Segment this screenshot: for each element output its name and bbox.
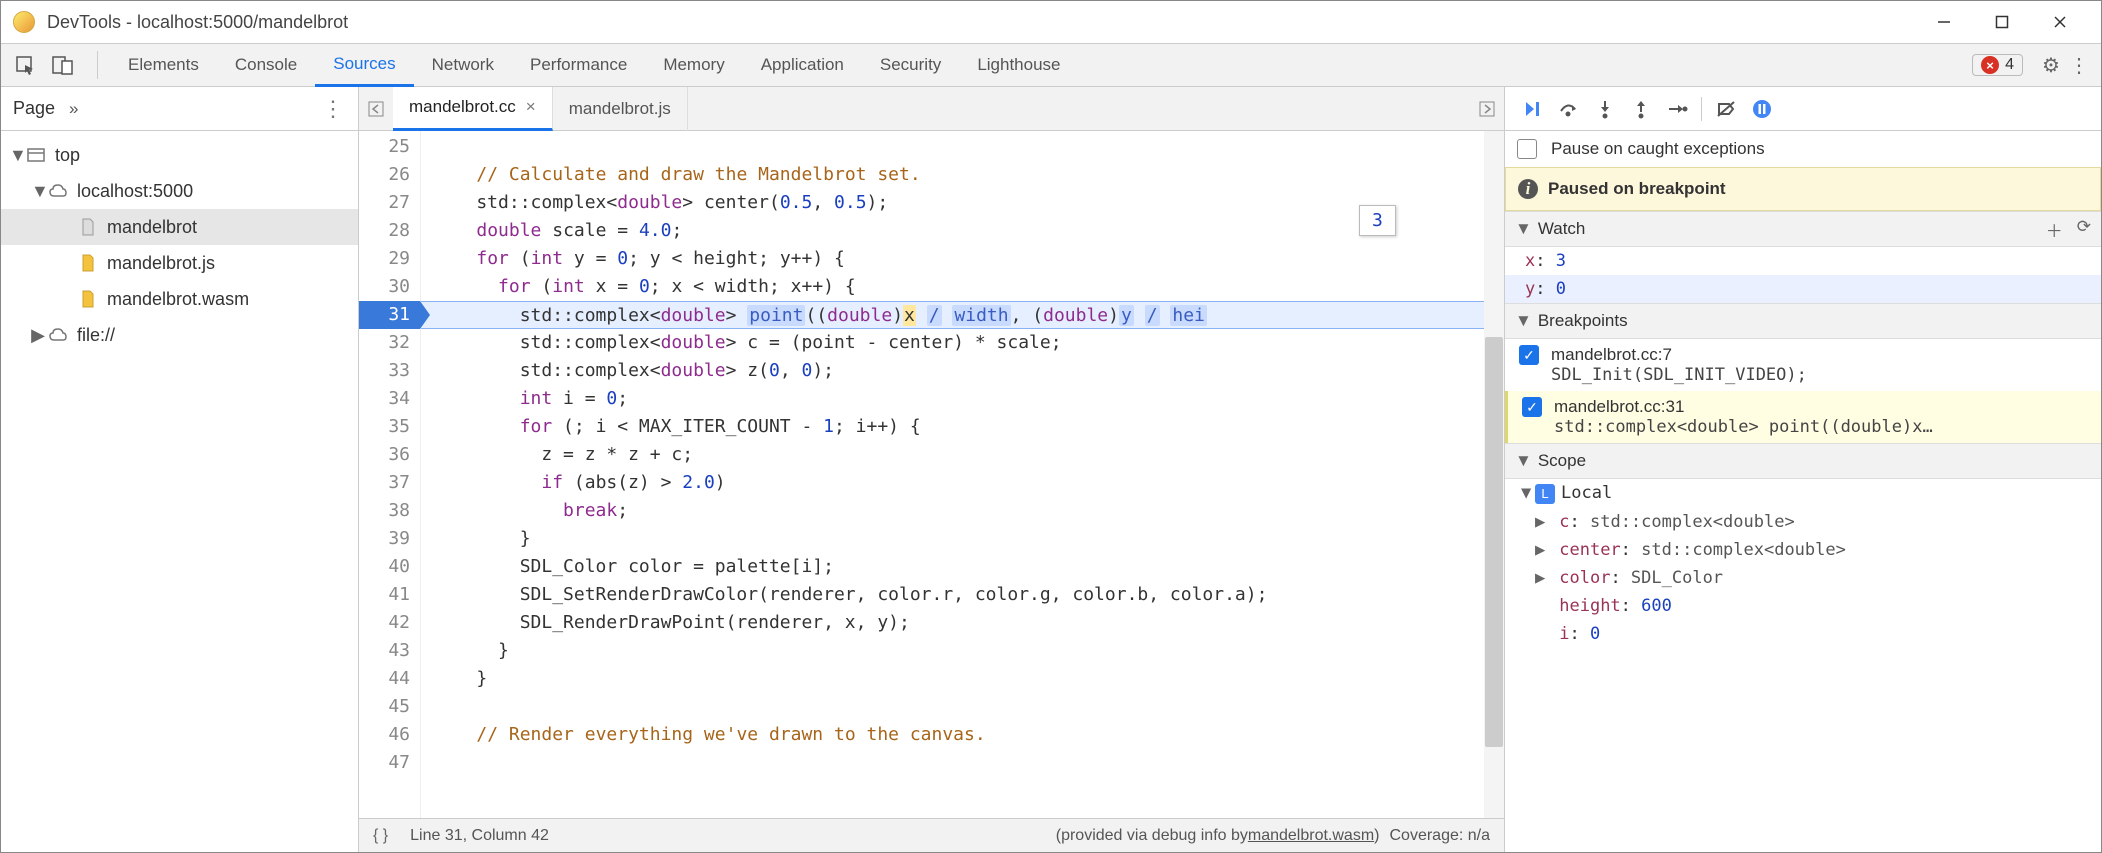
close-tab-icon[interactable]: ×: [526, 97, 536, 117]
scope-section-header[interactable]: ▼Scope: [1505, 443, 2101, 479]
device-toolbar-icon[interactable]: [47, 49, 79, 81]
file-tree: ▼top ▼localhost:5000 mandelbrot mandelbr…: [1, 131, 358, 359]
status-bar: { } Line 31, Column 42 (provided via deb…: [359, 818, 1504, 852]
navigator-sidebar: Page » ⋮ ▼top ▼localhost:5000 mandelbrot…: [1, 87, 359, 852]
scope-variable[interactable]: ▶ center: std::complex<double>: [1505, 536, 2101, 564]
breakpoints-section-header[interactable]: ▼Breakpoints: [1505, 303, 2101, 339]
cursor-position: Line 31, Column 42: [410, 827, 549, 845]
editor-scrollbar[interactable]: [1484, 131, 1504, 818]
file-icon: [77, 253, 99, 273]
sidebar-tab-page[interactable]: Page: [13, 98, 55, 119]
sidebar-more-tabs-icon[interactable]: »: [69, 99, 78, 119]
tab-network[interactable]: Network: [414, 43, 512, 87]
tree-file-mandelbrot-js[interactable]: mandelbrot.js: [1, 245, 358, 281]
tab-elements[interactable]: Elements: [110, 43, 217, 87]
watch-item[interactable]: x: 3: [1505, 247, 2101, 275]
editor-tab-mandelbrot-js[interactable]: mandelbrot.js: [553, 87, 688, 131]
panel-tabs: Elements Console Sources Network Perform…: [110, 43, 1079, 87]
step-out-button[interactable]: [1623, 99, 1659, 119]
local-badge-icon: L: [1535, 484, 1555, 504]
tree-file-scheme[interactable]: ▶file://: [1, 317, 358, 353]
paused-banner: i Paused on breakpoint: [1505, 167, 2101, 211]
file-icon: [77, 289, 99, 309]
scope-local[interactable]: ▼LLocal: [1505, 479, 2101, 508]
editor-nav-next-icon[interactable]: [1470, 100, 1504, 118]
watch-item[interactable]: y: 0: [1505, 275, 2101, 303]
debugger-panel: Pause on caught exceptions i Paused on b…: [1505, 87, 2101, 852]
deactivate-breakpoints-button[interactable]: [1708, 99, 1744, 119]
maximize-button[interactable]: [1973, 1, 2031, 43]
tree-top[interactable]: ▼top: [1, 137, 358, 173]
pretty-print-icon[interactable]: { }: [373, 827, 388, 845]
breakpoint-checkbox[interactable]: ✓: [1522, 397, 1542, 417]
resume-button[interactable]: [1515, 99, 1551, 119]
cloud-icon: [47, 325, 69, 345]
tab-performance[interactable]: Performance: [512, 43, 645, 87]
coverage-status: Coverage: n/a: [1389, 827, 1490, 845]
tree-file-mandelbrot[interactable]: mandelbrot: [1, 209, 358, 245]
titlebar: DevTools - localhost:5000/mandelbrot: [1, 1, 2101, 43]
window-icon: [25, 145, 47, 165]
breakpoint-item[interactable]: ✓mandelbrot.cc:31 std::complex<double> p…: [1505, 391, 2101, 443]
pause-caught-checkbox[interactable]: [1517, 139, 1537, 159]
settings-gear-icon[interactable]: ⚙: [2037, 53, 2065, 78]
window-title: DevTools - localhost:5000/mandelbrot: [47, 12, 1915, 33]
editor-nav-prev-icon[interactable]: [359, 100, 393, 118]
file-icon: [77, 217, 99, 237]
editor-pane: mandelbrot.cc× mandelbrot.js 25262728293…: [359, 87, 1505, 852]
scope-variable[interactable]: ▶ color: SDL_Color: [1505, 564, 2101, 592]
error-count: 4: [2005, 56, 2014, 74]
tree-host[interactable]: ▼localhost:5000: [1, 173, 358, 209]
refresh-watch-icon[interactable]: ⟳: [2077, 217, 2091, 242]
add-watch-icon[interactable]: ＋: [2046, 217, 2063, 242]
step-button[interactable]: [1659, 99, 1695, 119]
devtools-logo-icon: [13, 11, 35, 33]
main-toolbar: Elements Console Sources Network Perform…: [1, 43, 2101, 87]
cloud-icon: [47, 181, 69, 201]
step-over-button[interactable]: [1551, 99, 1587, 119]
code-editor[interactable]: 2526272829303132333435363738394041424344…: [359, 131, 1504, 818]
tab-lighthouse[interactable]: Lighthouse: [959, 43, 1078, 87]
close-button[interactable]: [2031, 1, 2089, 43]
error-count-badge[interactable]: ×4: [1972, 54, 2023, 76]
more-menu-icon[interactable]: ⋮: [2065, 53, 2093, 78]
debug-info-link[interactable]: mandelbrot.wasm: [1248, 827, 1374, 845]
tab-memory[interactable]: Memory: [645, 43, 742, 87]
scope-variable[interactable]: height: 600: [1505, 592, 2101, 620]
breakpoint-item[interactable]: ✓mandelbrot.cc:7 SDL_Init(SDL_INIT_VIDEO…: [1505, 339, 2101, 391]
scope-variable[interactable]: ▶ c: std::complex<double>: [1505, 508, 2101, 536]
pause-on-caught-row[interactable]: Pause on caught exceptions: [1505, 131, 2101, 167]
breakpoint-checkbox[interactable]: ✓: [1519, 345, 1539, 365]
scope-variable[interactable]: i: 0: [1505, 620, 2101, 648]
step-into-button[interactable]: [1587, 99, 1623, 119]
info-icon: i: [1518, 179, 1538, 199]
pause-on-exceptions-button[interactable]: [1744, 99, 1780, 119]
minimize-button[interactable]: [1915, 1, 1973, 43]
tab-console[interactable]: Console: [217, 43, 315, 87]
hover-value-tooltip: 3: [1359, 205, 1396, 236]
editor-tab-mandelbrot-cc[interactable]: mandelbrot.cc×: [393, 87, 553, 131]
tab-sources[interactable]: Sources: [315, 43, 413, 87]
tree-file-mandelbrot-wasm[interactable]: mandelbrot.wasm: [1, 281, 358, 317]
watch-section-header[interactable]: ▼Watch ＋⟳: [1505, 211, 2101, 247]
tab-security[interactable]: Security: [862, 43, 959, 87]
tab-application[interactable]: Application: [743, 43, 862, 87]
sidebar-menu-icon[interactable]: ⋮: [322, 96, 346, 122]
inspect-element-icon[interactable]: [9, 49, 41, 81]
